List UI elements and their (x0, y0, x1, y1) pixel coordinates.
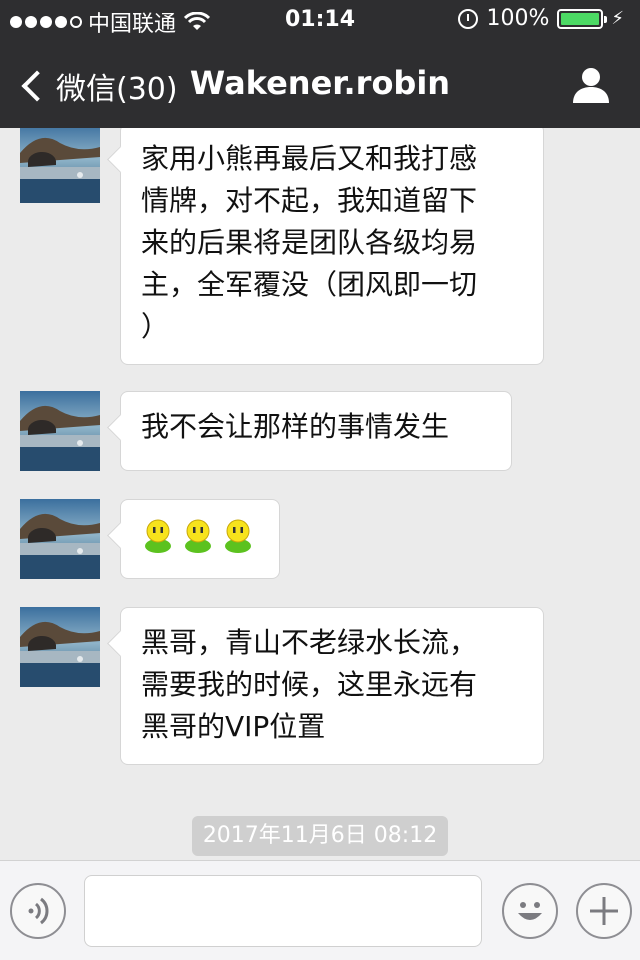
user-profile-icon[interactable] (572, 66, 610, 104)
avatar[interactable] (20, 128, 100, 203)
voice-button[interactable] (10, 883, 66, 939)
message-bubble[interactable] (120, 499, 280, 579)
message-bubble[interactable]: 黑哥，青山不老绿水长流， 需要我的时候，这里永远有 黑哥的VIP位置 (120, 607, 544, 765)
message-item (20, 499, 280, 579)
message-bubble[interactable]: 家用小熊再最后又和我打感 情牌，对不起，我知道留下 来的后果将是团队各级均易 主… (120, 128, 544, 365)
status-bar: 中国联通 01:14 100% ⚡ (0, 0, 640, 40)
back-label: 微信(30) (56, 72, 178, 107)
plus-icon (590, 897, 618, 925)
back-button[interactable]: 微信(30) (20, 64, 178, 108)
emoji-button[interactable] (502, 883, 558, 939)
message-item: 家用小熊再最后又和我打感 情牌，对不起，我知道留下 来的后果将是团队各级均易 主… (20, 128, 544, 365)
avatar[interactable] (20, 499, 100, 579)
timestamp: 2017年11月6日 08:12 (192, 816, 448, 856)
battery-icon (557, 8, 608, 29)
message-item: 黑哥，青山不老绿水长流， 需要我的时候，这里永远有 黑哥的VIP位置 (20, 607, 544, 765)
message-bubble[interactable]: 我不会让那样的事情发生 (120, 391, 512, 471)
chevron-left-icon (21, 70, 53, 102)
charging-icon: ⚡ (611, 8, 624, 29)
face-emoji-icon (145, 519, 171, 553)
chat-area[interactable]: 家用小熊再最后又和我打感 情牌，对不起，我知道留下 来的后果将是团队各级均易 主… (0, 128, 640, 860)
face-emoji-icon (185, 519, 211, 553)
nav-bar: 微信(30) Wakener.robin (0, 40, 640, 128)
message-input[interactable] (84, 875, 482, 947)
avatar[interactable] (20, 607, 100, 687)
input-bar (0, 860, 640, 960)
avatar[interactable] (20, 391, 100, 471)
smiley-icon (518, 902, 542, 920)
alarm-icon (458, 8, 479, 29)
message-item: 我不会让那样的事情发生 (20, 391, 512, 471)
face-emoji-icon (225, 519, 251, 553)
more-button[interactable] (576, 883, 632, 939)
voice-icon (28, 897, 49, 925)
battery-percent: 100% (486, 6, 550, 31)
